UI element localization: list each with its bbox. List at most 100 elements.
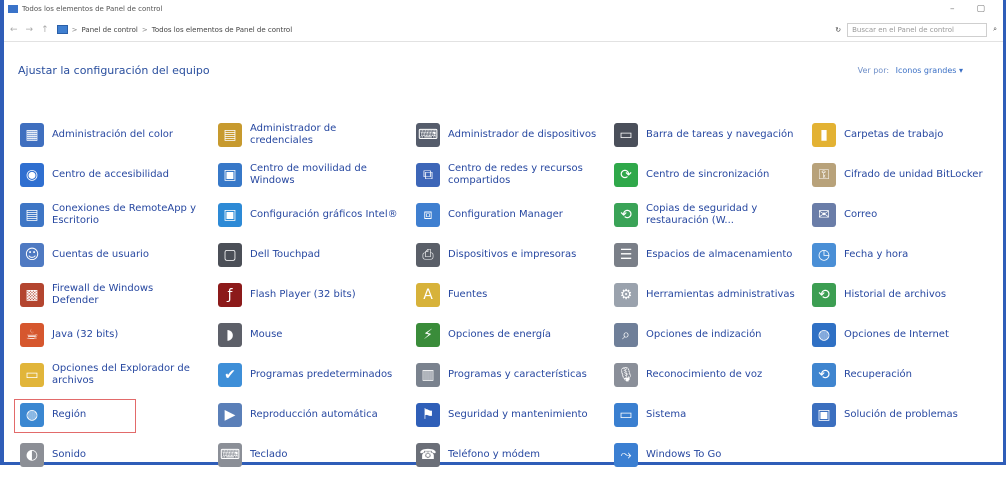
control-panel-item-label: Sistema xyxy=(646,409,687,420)
control-panel-item[interactable]: ▤ Administrador de credenciales xyxy=(218,115,416,155)
control-panel-item[interactable]: ✉ Correo xyxy=(812,195,990,235)
control-panel-item[interactable]: ◗ Mouse xyxy=(218,315,416,355)
control-panel-item[interactable]: ⌕ Opciones de indización xyxy=(614,315,812,355)
control-panel-item[interactable]: ▮ Carpetas de trabajo xyxy=(812,115,990,155)
minimize-button[interactable]: – xyxy=(950,4,955,14)
control-panel-item[interactable]: ⚡ Opciones de energía xyxy=(416,315,614,355)
control-panel-item[interactable]: ☎ Teléfono y módem xyxy=(416,435,614,475)
control-panel-item[interactable]: ⎙ Dispositivos e impresoras xyxy=(416,235,614,275)
control-panel-item[interactable]: ⧈ Configuration Manager xyxy=(416,195,614,235)
control-panel-item[interactable]: ▶ Reproducción automática xyxy=(218,395,416,435)
control-panel-item-label: Solución de problemas xyxy=(844,409,958,420)
mobility-center-icon: ▣ xyxy=(218,163,242,187)
control-panel-item[interactable]: ▣ Centro de movilidad de Windows xyxy=(218,155,416,195)
control-panel-item-label: Configuration Manager xyxy=(448,209,563,220)
address-bar: ← → ↑ > Panel de control > Todos los ele… xyxy=(4,18,1003,42)
breadcrumb[interactable]: > Panel de control > Todos los elementos… xyxy=(56,25,836,34)
view-by-label: Ver por: xyxy=(857,66,890,75)
control-panel-item[interactable]: ⟲ Recuperación xyxy=(812,355,990,395)
forward-button[interactable]: → xyxy=(26,25,34,35)
control-panel-item[interactable]: A Fuentes xyxy=(416,275,614,315)
control-panel-item[interactable]: ◐ Sonido xyxy=(20,435,218,475)
refresh-icon[interactable]: ↻ xyxy=(835,26,841,34)
up-button[interactable]: ↑ xyxy=(41,25,49,35)
firewall-icon: ▩ xyxy=(20,283,44,307)
window-title: Todos los elementos de Panel de control xyxy=(22,5,163,13)
control-panel-item-label: Configuración gráficos Intel® xyxy=(250,209,398,220)
control-panel-item-label: Teléfono y módem xyxy=(448,449,540,460)
control-panel-item[interactable]: ▣ Solución de problemas xyxy=(812,395,990,435)
control-panel-item[interactable]: ✔ Programas predeterminados xyxy=(218,355,416,395)
security-maintenance-icon: ⚑ xyxy=(416,403,440,427)
control-panel-item-label: Barra de tareas y navegación xyxy=(646,129,794,140)
control-panel-item-label: Centro de sincronización xyxy=(646,169,770,180)
control-panel-item-label: Recuperación xyxy=(844,369,912,380)
control-panel-item[interactable]: ⧉ Centro de redes y recursos compartidos xyxy=(416,155,614,195)
control-panel-item[interactable]: ⌨ Teclado xyxy=(218,435,416,475)
fonts-icon: A xyxy=(416,283,440,307)
control-panel-item[interactable]: ▣ Configuración gráficos Intel® xyxy=(218,195,416,235)
control-panel-item-label: Fuentes xyxy=(448,289,488,300)
storage-spaces-icon: ☰ xyxy=(614,243,638,267)
control-panel-item[interactable]: ⚿ Cifrado de unidad BitLocker xyxy=(812,155,990,195)
control-panel-item[interactable]: ▩ Firewall de Windows Defender xyxy=(20,275,218,315)
search-input[interactable]: Buscar en el Panel de control xyxy=(847,22,988,37)
mouse-icon: ◗ xyxy=(218,323,242,347)
bitlocker-icon: ⚿ xyxy=(812,163,836,187)
control-panel-item[interactable]: ▥ Programas y características xyxy=(416,355,614,395)
back-button[interactable]: ← xyxy=(10,25,18,35)
control-panel-item-label: Java (32 bits) xyxy=(52,329,119,340)
control-panel-item[interactable]: ▦ Administración del color xyxy=(20,115,218,155)
control-panel-item-label: Dispositivos e impresoras xyxy=(448,249,577,260)
accessibility-icon: ◉ xyxy=(20,163,44,187)
remoteapp-icon: ▤ xyxy=(20,203,44,227)
control-panel-item-label: Administrador de dispositivos xyxy=(448,129,597,140)
control-panel-item[interactable]: ⤳ Windows To Go xyxy=(614,435,812,475)
search-icon[interactable]: ⌕ xyxy=(993,25,997,34)
view-by-dropdown[interactable]: Iconos grandes ▾ xyxy=(896,66,963,75)
system-icon: ▭ xyxy=(614,403,638,427)
control-panel-item[interactable]: ⌨ Administrador de dispositivos xyxy=(416,115,614,155)
control-panel-item[interactable]: 🎙 Reconocimiento de voz xyxy=(614,355,812,395)
maximize-button[interactable]: ▢ xyxy=(976,4,985,14)
keyboard-icon: ⌨ xyxy=(218,443,242,467)
control-panel-item-label: Teclado xyxy=(250,449,288,460)
control-panel-item-label: Cuentas de usuario xyxy=(52,249,149,260)
control-panel-item-label: Flash Player (32 bits) xyxy=(250,289,356,300)
default-programs-icon: ✔ xyxy=(218,363,242,387)
control-panel-item[interactable]: ☕ Java (32 bits) xyxy=(20,315,218,355)
control-panel-item[interactable]: ◍ Opciones de Internet xyxy=(812,315,990,355)
breadcrumb-control-panel[interactable]: Panel de control xyxy=(82,26,138,34)
control-panel-item[interactable]: ◷ Fecha y hora xyxy=(812,235,990,275)
control-panel-item[interactable]: ☰ Espacios de almacenamiento xyxy=(614,235,812,275)
control-panel-item-label: Mouse xyxy=(250,329,283,340)
control-panel-item-label: Firewall de Windows Defender xyxy=(52,283,154,306)
phone-modem-icon: ☎ xyxy=(416,443,440,467)
control-panel-item[interactable]: ◍ Región xyxy=(14,395,218,435)
sound-icon: ◐ xyxy=(20,443,44,467)
control-panel-item[interactable]: ▭ Opciones del Explorador de archivos xyxy=(20,355,218,395)
control-panel-item-label: Espacios de almacenamiento xyxy=(646,249,793,260)
taskbar-icon: ▭ xyxy=(614,123,638,147)
control-panel-item[interactable]: ⚙ Herramientas administrativas xyxy=(614,275,812,315)
control-panel-item[interactable]: ⟲ Copias de seguridad y restauración (W..… xyxy=(614,195,812,235)
control-panel-item[interactable]: ◉ Centro de accesibilidad xyxy=(20,155,218,195)
control-panel-item[interactable]: ⟲ Historial de archivos xyxy=(812,275,990,315)
control-panel-item-label: Opciones de indización xyxy=(646,329,762,340)
control-panel-item[interactable]: ▢ Dell Touchpad xyxy=(218,235,416,275)
control-panel-item[interactable]: ▭ Barra de tareas y navegación xyxy=(614,115,812,155)
control-panel-item-label: Conexiones de RemoteApp y Escritorio xyxy=(52,203,197,226)
breadcrumb-all-items[interactable]: Todos los elementos de Panel de control xyxy=(152,26,292,34)
java-icon: ☕ xyxy=(20,323,44,347)
control-panel-item[interactable]: ▭ Sistema xyxy=(614,395,812,435)
control-panel-item-label: Cifrado de unidad BitLocker xyxy=(844,169,983,180)
control-panel-item[interactable]: ƒ Flash Player (32 bits) xyxy=(218,275,416,315)
network-center-icon: ⧉ xyxy=(416,163,440,187)
control-panel-item-label: Opciones de energía xyxy=(448,329,552,340)
power-options-icon: ⚡ xyxy=(416,323,440,347)
control-panel-item[interactable]: ▤ Conexiones de RemoteApp y Escritorio xyxy=(20,195,218,235)
control-panel-item[interactable]: ⚑ Seguridad y mantenimiento xyxy=(416,395,614,435)
touchpad-icon: ▢ xyxy=(218,243,242,267)
control-panel-item[interactable]: ⟳ Centro de sincronización xyxy=(614,155,812,195)
control-panel-item[interactable]: ☺ Cuentas de usuario xyxy=(20,235,218,275)
